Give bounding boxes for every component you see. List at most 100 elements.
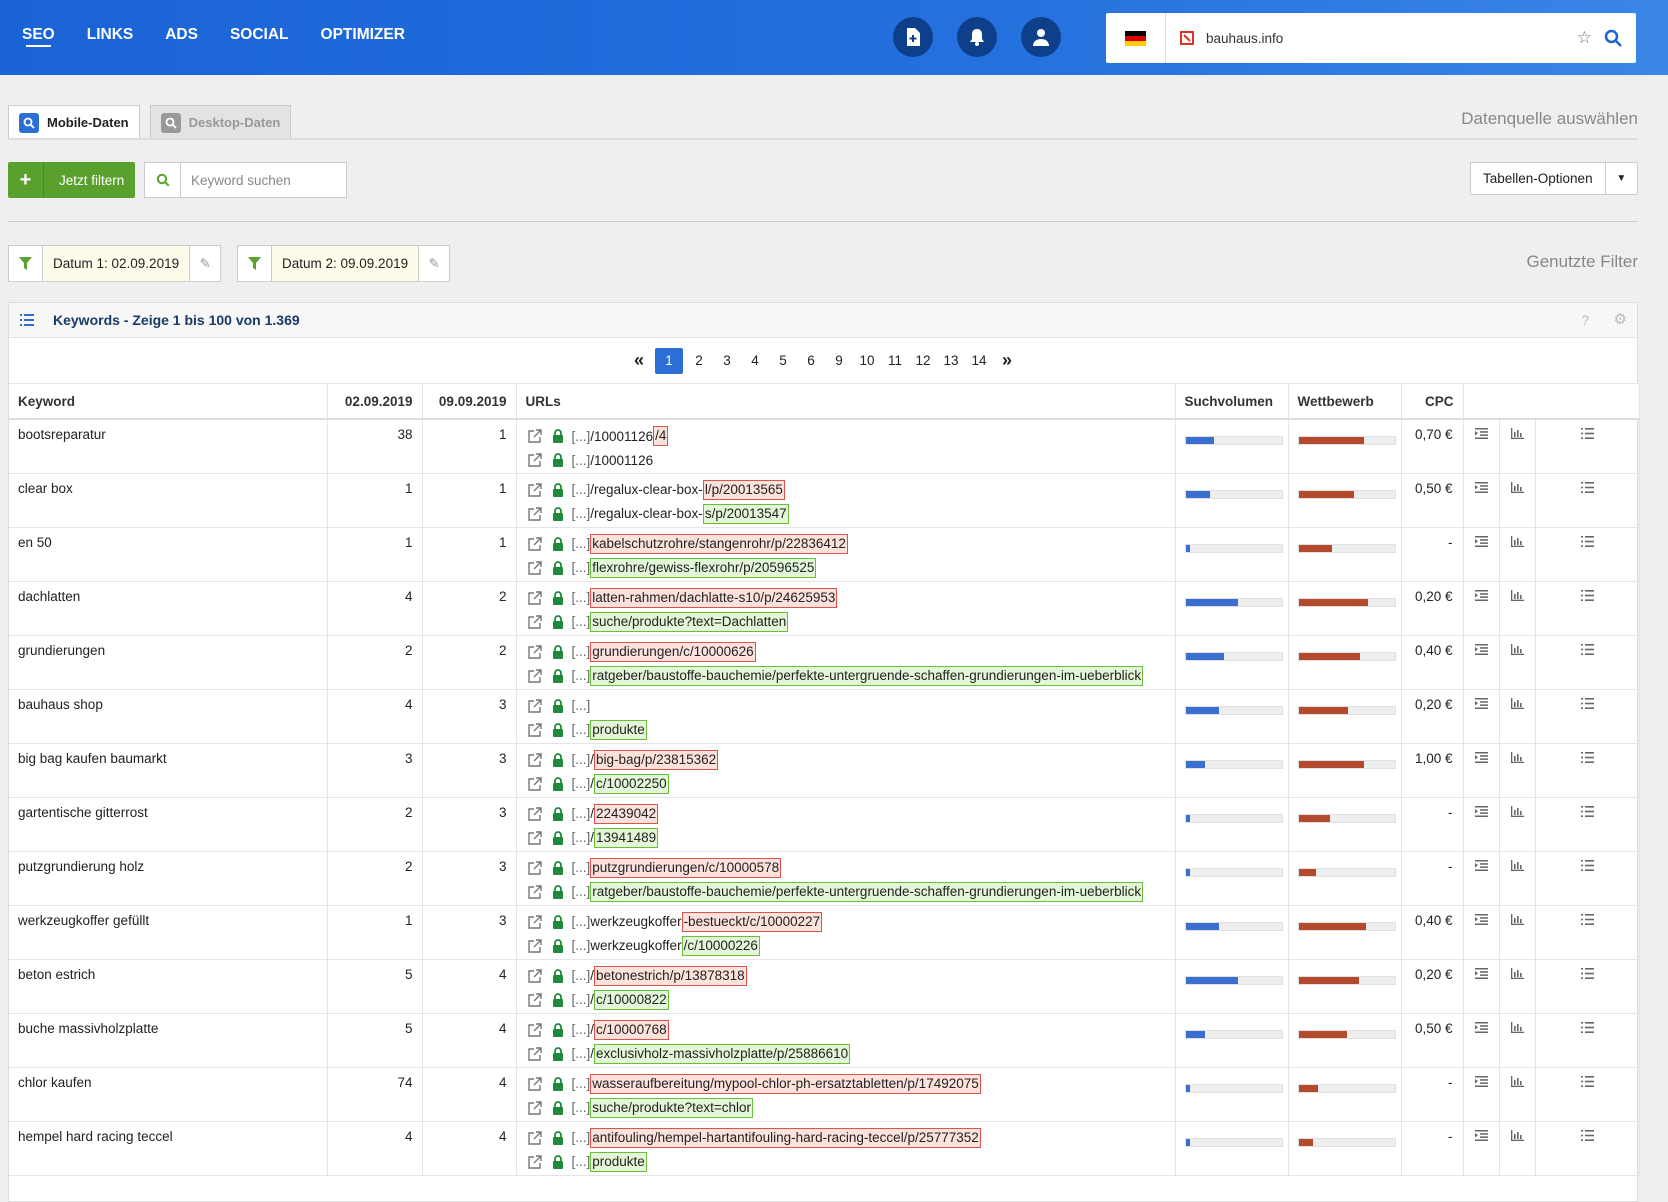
external-link-icon[interactable] (527, 644, 546, 659)
keyword-search-input[interactable] (191, 172, 341, 188)
pagination-page[interactable]: 10 (855, 348, 879, 374)
url-diff-added[interactable]: ratgeber/baustoffe-bauchemie/perfekte-un… (590, 881, 1144, 902)
list-details-icon[interactable] (1535, 905, 1640, 960)
external-link-icon[interactable] (527, 722, 546, 737)
external-link-icon[interactable] (527, 506, 546, 521)
column-header-date1[interactable]: 02.09.2019 (327, 384, 423, 420)
url-diff-removed[interactable]: betonestrich/p/13878318 (594, 965, 747, 986)
bar-chart-icon[interactable] (1499, 797, 1536, 852)
pagination-page[interactable]: 11 (883, 348, 907, 374)
url-diff-removed[interactable]: big-bag/p/23815362 (594, 749, 719, 770)
external-link-icon[interactable] (527, 1154, 546, 1169)
keyword-cell[interactable]: dachlatten (9, 581, 328, 636)
keyword-cell[interactable]: putzgrundierung holz (9, 851, 328, 906)
url-diff-added[interactable]: 13941489 (594, 827, 659, 848)
table-options-dropdown[interactable]: Tabellen-Optionen ▼ (1470, 162, 1638, 195)
pagination-next[interactable]: » (995, 348, 1019, 374)
external-link-icon[interactable] (527, 560, 546, 575)
external-link-icon[interactable] (527, 453, 546, 467)
indent-icon[interactable] (1463, 851, 1500, 906)
nav-ads[interactable]: ADS (149, 0, 214, 75)
external-link-icon[interactable] (527, 1022, 546, 1037)
url-base[interactable]: /10001126 (590, 453, 653, 468)
url-diff-removed[interactable]: /4 (653, 426, 669, 446)
url-diff-removed[interactable]: kabelschutzrohre/stangenrohr/p/22836412 (590, 533, 848, 554)
pagination-prev[interactable]: « (627, 348, 651, 374)
pencil-icon[interactable]: ✎ (419, 246, 449, 281)
list-details-icon[interactable] (1535, 1067, 1640, 1122)
url-diff-removed[interactable]: l/p/20013565 (702, 479, 785, 500)
url-diff-removed[interactable]: c/10000768 (594, 1019, 669, 1040)
keyword-cell[interactable]: chlor kaufen (9, 1067, 328, 1122)
bar-chart-icon[interactable] (1499, 473, 1536, 528)
pagination-page[interactable]: 13 (939, 348, 963, 374)
url-diff-removed[interactable]: -bestueckt/c/10000227 (681, 911, 823, 932)
bar-chart-icon[interactable] (1499, 581, 1536, 636)
url-diff-removed[interactable]: grundierungen/c/10000626 (590, 641, 756, 662)
pagination-page[interactable]: 3 (715, 348, 739, 374)
search-icon[interactable] (1604, 29, 1622, 47)
url-diff-added[interactable]: suche/produkte?text=chlor (590, 1097, 753, 1118)
external-link-icon[interactable] (527, 590, 546, 605)
pagination-page[interactable]: 1 (655, 347, 683, 374)
bar-chart-icon[interactable] (1499, 635, 1536, 690)
list-details-icon[interactable] (1535, 689, 1640, 744)
external-link-icon[interactable] (527, 752, 546, 767)
external-link-icon[interactable] (527, 860, 546, 875)
indent-icon[interactable] (1463, 1067, 1500, 1122)
external-link-icon[interactable] (527, 830, 546, 845)
external-link-icon[interactable] (527, 1046, 546, 1061)
bar-chart-icon[interactable] (1499, 905, 1536, 960)
bar-chart-icon[interactable] (1499, 851, 1536, 906)
filter-button[interactable]: + Jetzt filtern (8, 162, 135, 198)
nav-links[interactable]: LINKS (71, 0, 150, 75)
external-link-icon[interactable] (527, 1076, 546, 1091)
external-link-icon[interactable] (527, 938, 546, 953)
keyword-cell[interactable]: gartentische gitterrost (9, 797, 328, 852)
indent-icon[interactable] (1463, 419, 1500, 474)
column-header-cpc[interactable]: CPC (1401, 384, 1464, 420)
external-link-icon[interactable] (527, 614, 546, 629)
bar-chart-icon[interactable] (1499, 419, 1536, 474)
external-link-icon[interactable] (527, 992, 546, 1007)
nav-social[interactable]: SOCIAL (214, 0, 305, 75)
indent-icon[interactable] (1463, 635, 1500, 690)
indent-icon[interactable] (1463, 581, 1500, 636)
indent-icon[interactable] (1463, 743, 1500, 798)
url-diff-removed[interactable]: wasseraufbereitung/mypool-chlor-ph-ersat… (590, 1073, 981, 1094)
indent-icon[interactable] (1463, 959, 1500, 1014)
pagination-page[interactable]: 6 (799, 348, 823, 374)
external-link-icon[interactable] (527, 806, 546, 821)
indent-icon[interactable] (1463, 1013, 1500, 1068)
caret-down-icon[interactable]: ▼ (1606, 173, 1637, 184)
keyword-cell[interactable]: en 50 (9, 527, 328, 582)
external-link-icon[interactable] (527, 776, 546, 791)
url-base[interactable]: werkzeugkoffer (590, 914, 681, 929)
list-details-icon[interactable] (1535, 581, 1640, 636)
bar-chart-icon[interactable] (1499, 1013, 1536, 1068)
indent-icon[interactable] (1463, 689, 1500, 744)
bar-chart-icon[interactable] (1499, 689, 1536, 744)
pagination-page[interactable]: 4 (743, 348, 767, 374)
url-diff-added[interactable]: produkte (590, 1151, 647, 1172)
keyword-cell[interactable]: bauhaus shop (9, 689, 328, 744)
pagination-page[interactable]: 5 (771, 348, 795, 374)
list-details-icon[interactable] (1535, 527, 1640, 582)
keyword-cell[interactable]: clear box (9, 473, 328, 528)
bar-chart-icon[interactable] (1499, 1067, 1536, 1122)
list-details-icon[interactable] (1535, 473, 1640, 528)
url-base[interactable]: werkzeugkoffer (590, 938, 681, 953)
url-diff-added[interactable]: ratgeber/baustoffe-bauchemie/perfekte-un… (590, 665, 1144, 686)
notifications-button[interactable] (957, 17, 997, 57)
url-diff-added[interactable]: c/10000822 (594, 989, 669, 1010)
list-details-icon[interactable] (1535, 797, 1640, 852)
country-selector[interactable] (1106, 13, 1166, 63)
indent-icon[interactable] (1463, 797, 1500, 852)
list-details-icon[interactable] (1535, 851, 1640, 906)
list-details-icon[interactable] (1535, 635, 1640, 690)
column-header-competition[interactable]: Wettbewerb (1288, 384, 1402, 420)
column-header-keyword[interactable]: Keyword (9, 384, 328, 420)
url-base[interactable]: /regalux-clear-box- (590, 482, 703, 497)
url-diff-removed[interactable]: antifouling/hempel-hartantifouling-hard-… (590, 1127, 981, 1148)
external-link-icon[interactable] (527, 668, 546, 683)
